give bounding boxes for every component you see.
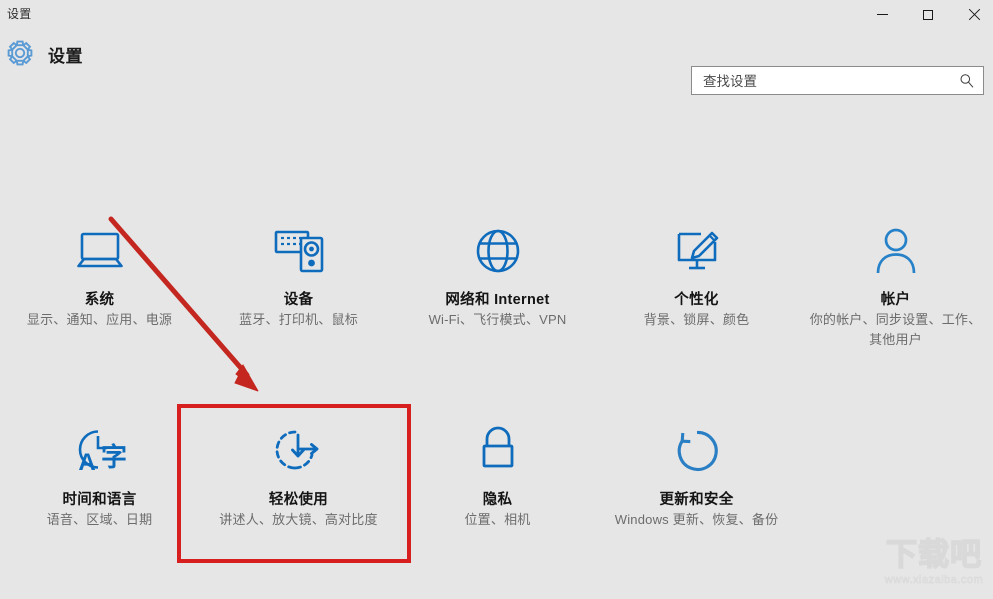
tile-title: 时间和语言	[62, 492, 137, 508]
page-title: 设置	[48, 47, 83, 66]
person-icon	[869, 218, 923, 284]
ease-of-access-icon	[271, 418, 327, 484]
settings-tile-grid: 系统 显示、通知、应用、电源 设备 蓝牙、打印机、鼠标 网络和 Internet…	[0, 196, 993, 586]
settings-tile-accounts[interactable]: 帐户 你的帐户、同步设置、工作、其他用户	[796, 218, 993, 350]
globe-icon	[471, 218, 525, 284]
settings-tile-update-security[interactable]: 更新和安全 Windows 更新、恢复、备份	[597, 418, 796, 530]
settings-tile-devices[interactable]: 设备 蓝牙、打印机、鼠标	[199, 218, 398, 330]
tile-title: 隐私	[482, 492, 513, 508]
title-bar: 设置	[0, 0, 993, 29]
tile-subtitle: Wi-Fi、飞行模式、VPN	[428, 312, 567, 327]
tile-title: 网络和 Internet	[445, 292, 550, 308]
search-box[interactable]	[691, 66, 984, 96]
maximize-icon	[923, 9, 933, 20]
tile-title: 设备	[283, 292, 314, 308]
settings-tile-privacy[interactable]: 隐私 位置、相机	[398, 418, 597, 530]
tile-title: 个性化	[674, 292, 719, 308]
svg-text:字: 字	[100, 442, 126, 472]
tile-subtitle: 背景、锁屏、颜色	[643, 312, 750, 327]
settings-tile-system[interactable]: 系统 显示、通知、应用、电源	[0, 218, 199, 330]
svg-text:A: A	[78, 449, 95, 476]
settings-tile-network[interactable]: 网络和 Internet Wi-Fi、飞行模式、VPN	[398, 218, 597, 330]
close-icon	[968, 9, 980, 21]
header: 设置	[0, 29, 993, 96]
gear-icon	[4, 37, 36, 69]
search-icon[interactable]	[953, 68, 981, 93]
maximize-button[interactable]	[905, 0, 951, 29]
tile-subtitle: 你的帐户、同步设置、工作、其他用户	[809, 312, 982, 347]
tile-title: 帐户	[880, 292, 911, 308]
settings-tile-personalization[interactable]: 个性化 背景、锁屏、颜色	[597, 218, 796, 330]
refresh-circle-icon	[670, 418, 724, 484]
tile-title: 更新和安全	[659, 492, 734, 508]
settings-tile-ease-of-access[interactable]: 轻松使用 讲述人、放大镜、高对比度	[199, 418, 398, 530]
settings-tile-time-language[interactable]: A 字 时间和语言 语音、区域、日期	[0, 418, 199, 530]
monitor-brush-icon	[668, 218, 726, 284]
tile-subtitle: 显示、通知、应用、电源	[26, 312, 173, 327]
clock-language-icon: A 字	[69, 418, 131, 484]
tile-title: 系统	[84, 292, 115, 308]
tile-subtitle: 语音、区域、日期	[46, 512, 153, 527]
tile-subtitle: 蓝牙、打印机、鼠标	[239, 312, 358, 327]
laptop-icon	[70, 218, 130, 284]
lock-icon	[473, 418, 523, 484]
tile-subtitle: 位置、相机	[464, 512, 531, 527]
tile-title: 轻松使用	[268, 492, 329, 508]
minimize-button[interactable]	[859, 0, 905, 29]
keyboard-device-icon	[268, 218, 330, 284]
tile-subtitle: Windows 更新、恢复、备份	[614, 512, 779, 527]
search-input[interactable]	[701, 67, 950, 96]
settings-window: 设置 设置 查找设置 系统 显示、通知、应用、电源 设备 蓝牙、打印机、鼠标 网…	[0, 0, 993, 599]
tile-subtitle: 讲述人、放大镜、高对比度	[219, 512, 378, 527]
minimize-icon	[876, 14, 888, 15]
title-bar-label: 设置	[7, 7, 32, 21]
close-button[interactable]	[951, 0, 993, 29]
